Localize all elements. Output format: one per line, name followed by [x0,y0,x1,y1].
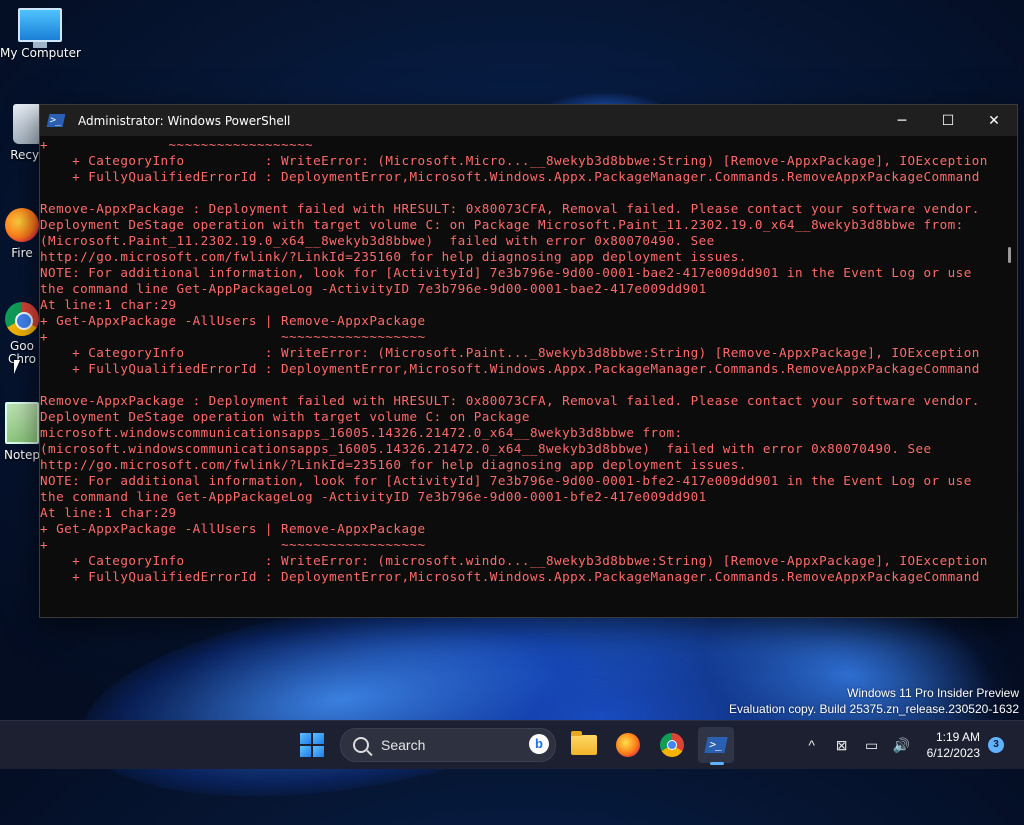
taskbar-chrome[interactable] [650,723,694,767]
console-line: + FullyQualifiedErrorId : DeploymentErro… [40,169,980,184]
windows-logo-icon [313,746,324,757]
watermark-build: Evaluation copy. Build 25375.zn_release.… [729,702,1019,716]
search-label: Search [381,737,426,753]
taskbar-powershell[interactable]: >_ [694,723,738,767]
console-line: + Get-AppxPackage -AllUsers | Remove-App… [40,521,426,536]
maximize-button[interactable]: ☐ [925,105,971,136]
console-line: microsoft.windowscommunicationsapps_1600… [40,425,683,440]
console-line: http://go.microsoft.com/fwlink/?LinkId=2… [40,249,747,264]
console-line: + CategoryInfo : WriteError: (microsoft.… [40,553,988,568]
start-button[interactable] [300,733,324,757]
evaluation-watermark: Windows 11 Pro Insider Preview Evaluatio… [729,685,1019,717]
window-title: Administrator: Windows PowerShell [78,113,291,128]
computer-icon [18,8,62,48]
console-line: NOTE: For additional information, look f… [40,265,972,280]
console-line: At line:1 char:29 [40,505,177,520]
powershell-window[interactable]: >_ Administrator: Windows PowerShell ─ ☐… [39,104,1018,618]
volume-icon[interactable]: 🔊 [887,730,917,760]
console-line: + FullyQualifiedErrorId : DeploymentErro… [40,569,980,584]
console-line: http://go.microsoft.com/fwlink/?LinkId=2… [40,457,747,472]
console-line: At line:1 char:29 [40,297,177,312]
powershell-app-tile: >_ [698,727,734,763]
console-line: + FullyQualifiedErrorId : DeploymentErro… [40,361,980,376]
taskbar: Search b >_ ^ ⊠ ▭ 🔊 1:19 AM 6/12/2023 3 [0,720,1024,769]
powershell-icon: >_ [46,114,66,127]
taskbar-search-box[interactable]: Search b [340,728,556,762]
desktop-icon-my-computer[interactable]: My Computer [0,8,81,60]
console-line: the command line Get-AppPackageLog -Acti… [40,281,707,296]
window-titlebar[interactable]: >_ Administrator: Windows PowerShell ─ ☐… [40,105,1017,136]
desktop-icon-label: My Computer [0,46,81,60]
clock[interactable]: 1:19 AM 6/12/2023 [927,729,980,761]
console-line: + ~~~~~~~~~~~~~~~~~~ [40,537,426,552]
console-line: Remove-AppxPackage : Deployment failed w… [40,393,980,408]
vertical-scrollbar[interactable] [1001,137,1017,617]
windows-logo-icon [300,733,311,744]
bing-icon[interactable]: b [529,734,549,754]
windows-logo-icon [300,746,311,757]
chevron-up-icon[interactable]: ^ [797,730,827,760]
console-line: Remove-AppxPackage : Deployment failed w… [40,201,980,216]
taskbar-center: Search b >_ [296,721,738,769]
firefox-icon [5,208,39,242]
clock-date: 6/12/2023 [926,746,980,760]
search-icon [353,737,369,753]
onedrive-icon[interactable]: ⊠ [827,730,857,760]
close-button[interactable]: ✕ [971,105,1017,136]
powershell-icon: >_ [704,737,728,753]
console-line: + ~~~~~~~~~~~~~~~~~~ [40,137,314,152]
console-output[interactable]: + ~~~~~~~~~~~~~~~~~~ + CategoryInfo : Wr… [40,137,1001,617]
console-line: + Get-AppxPackage -AllUsers | Remove-App… [40,313,426,328]
firefox-icon [616,733,640,757]
scrollbar-thumb[interactable] [1008,247,1011,263]
windows-logo-icon [313,733,324,744]
console-line: (Microsoft.Paint_11.2302.19.0_x64__8weky… [40,233,715,248]
console-line: + ~~~~~~~~~~~~~~~~~~ [40,329,426,344]
active-app-indicator [710,762,724,765]
console-line: NOTE: For additional information, look f… [40,473,972,488]
notepad-icon [5,402,39,444]
console-line: the command line Get-AppPackageLog -Acti… [40,489,707,504]
watermark-edition: Windows 11 Pro Insider Preview [847,686,1019,700]
console-line: Deployment DeStage operation with target… [40,409,530,424]
network-icon[interactable]: ▭ [857,730,887,760]
taskbar-firefox[interactable] [606,723,650,767]
console-line: (microsoft.windowscommunicationsapps_160… [40,441,932,456]
chrome-icon [5,302,39,336]
folder-icon [571,731,597,755]
console-line: + CategoryInfo : WriteError: (Microsoft.… [40,345,980,360]
notification-badge[interactable]: 3 [988,737,1004,753]
system-tray: ^ ⊠ ▭ 🔊 1:19 AM 6/12/2023 3 [797,721,1024,769]
taskbar-file-explorer[interactable] [562,723,606,767]
minimize-button[interactable]: ─ [879,105,925,136]
clock-time: 1:19 AM [935,730,980,744]
console-line: Deployment DeStage operation with target… [40,217,964,232]
console-line: + CategoryInfo : WriteError: (Microsoft.… [40,153,988,168]
chrome-icon [660,733,684,757]
mouse-pointer-icon [14,360,20,374]
